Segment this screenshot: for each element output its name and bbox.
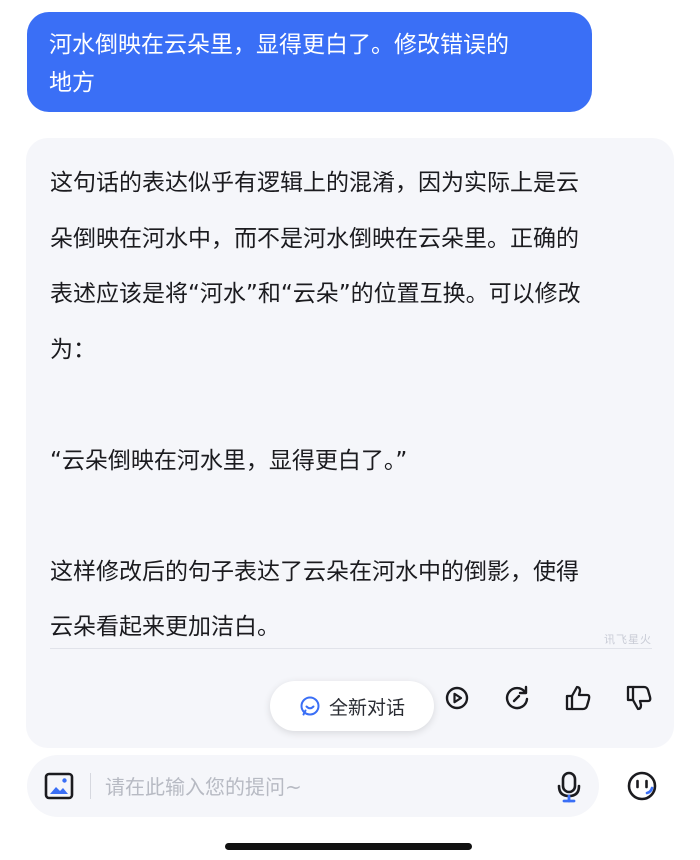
answer-line: 为： xyxy=(50,336,96,363)
user-message-line-2: 地方 xyxy=(49,70,95,96)
home-indicator[interactable] xyxy=(225,843,472,850)
prompt-input[interactable] xyxy=(103,767,537,807)
user-message-line-1: 河水倒映在云朵里，显得更白了。修改错误的 xyxy=(49,32,509,58)
chat-bubble-icon xyxy=(300,696,320,716)
play-icon[interactable] xyxy=(440,681,474,715)
answer-line: 这句话的表达似乎有逻辑上的混淆，因为实际上是云 xyxy=(50,170,579,196)
answer-line: 表述应该是将“河水”和“云朵”的位置互换。可以修改 xyxy=(50,281,581,307)
refresh-icon[interactable] xyxy=(500,681,534,715)
card-divider xyxy=(50,648,652,649)
user-message-bubble: 河水倒映在云朵里，显得更白了。修改错误的 地方 xyxy=(27,12,592,112)
assistant-answer-text: 这句话的表达似乎有逻辑上的混淆，因为实际上是云 朵倒映在河水中，而不是河水倒映在… xyxy=(50,156,650,656)
image-upload-icon[interactable] xyxy=(44,772,74,800)
answer-line: “云朵倒映在河水里，显得更白了。” xyxy=(50,447,408,474)
chat-screen: 河水倒映在云朵里，显得更白了。修改错误的 地方 这句话的表达似乎有逻辑上的混淆，… xyxy=(0,0,700,860)
input-separator xyxy=(90,773,91,799)
microphone-icon[interactable] xyxy=(555,771,583,803)
answer-line: 朵倒映在河水中，而不是河水倒映在云朵里。正确的 xyxy=(50,225,579,252)
spark-watermark: 讯飞星火 xyxy=(604,633,652,646)
thumbs-down-icon[interactable] xyxy=(622,681,656,715)
assistant-message-card: 这句话的表达似乎有逻辑上的混淆，因为实际上是云 朵倒映在河水中，而不是河水倒映在… xyxy=(26,138,674,748)
answer-blank-line xyxy=(50,378,650,434)
new-chat-label: 全新对话 xyxy=(328,696,405,719)
thumbs-up-icon[interactable] xyxy=(561,681,595,715)
prompt-input-bar xyxy=(27,755,599,817)
new-chat-button[interactable]: 全新对话 xyxy=(270,681,434,731)
answer-line: 这样修改后的句子表达了云朵在河水中的倒影，使得 xyxy=(50,558,579,585)
answer-blank-line xyxy=(50,489,650,545)
assistant-avatar-icon[interactable] xyxy=(626,770,658,802)
